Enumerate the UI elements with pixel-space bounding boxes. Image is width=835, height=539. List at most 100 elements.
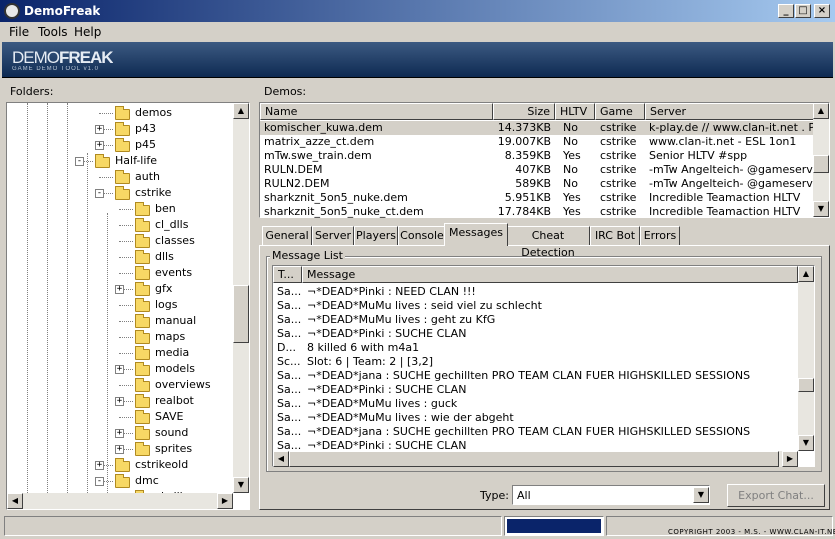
scroll-thumb[interactable]	[813, 155, 829, 173]
column-header-type[interactable]: T...	[273, 266, 302, 283]
tree-item-cstrike[interactable]: - cstrike	[7, 185, 233, 201]
scroll-up-icon[interactable]: ▲	[798, 266, 814, 282]
folder-tree-vscrollbar[interactable]: ▲ ▼	[233, 103, 249, 493]
scroll-right-icon[interactable]: ▶	[217, 493, 233, 509]
demo-row[interactable]: sharkznit_5on5_nuke.dem 5.951KB Yes cstrike…	[260, 191, 814, 205]
demo-row[interactable]: RULN.DEM 407KB No cstrike -mTw Angelteich- @…	[260, 163, 814, 177]
tab-messages[interactable]: Messages	[444, 223, 508, 246]
tree-item-models[interactable]: + models	[7, 361, 233, 377]
tab-cheat-detection[interactable]: Cheat Detection	[506, 226, 590, 259]
scroll-down-icon[interactable]: ▼	[798, 435, 814, 451]
expand-icon[interactable]: +	[95, 461, 104, 470]
chevron-down-icon[interactable]: ▼	[693, 487, 709, 503]
scroll-right-icon[interactable]: ▶	[782, 451, 798, 467]
menu-file[interactable]: File	[9, 25, 29, 39]
demo-row[interactable]: komischer_kuwa.dem 14.373KB No cstrike k-pla…	[260, 121, 814, 135]
message-table: T... Message Sa... ¬*DEAD*Pinki : NEED CL…	[272, 265, 815, 467]
menu-tools[interactable]: Tools	[38, 25, 68, 39]
expand-icon[interactable]: +	[115, 445, 124, 454]
tree-item-label: logs	[155, 298, 178, 311]
maximize-button[interactable]: □	[795, 4, 811, 18]
expand-icon[interactable]: +	[115, 365, 124, 374]
tree-item-p45[interactable]: + p45	[7, 137, 233, 153]
tree-item-half-life[interactable]: - Half-life	[7, 153, 233, 169]
collapse-icon[interactable]: -	[95, 189, 104, 198]
tab-players[interactable]: Players	[354, 226, 398, 245]
scroll-down-icon[interactable]: ▼	[233, 477, 249, 493]
tree-item-sound[interactable]: + sound	[7, 425, 233, 441]
message-table-vscrollbar[interactable]: ▲ ▼	[798, 266, 814, 451]
scroll-thumb[interactable]	[289, 451, 779, 467]
expand-icon[interactable]: +	[95, 141, 104, 150]
tree-item-overviews[interactable]: overviews	[7, 377, 233, 393]
folder-tree-hscrollbar[interactable]: ◀ ▶	[7, 493, 233, 509]
menu-help[interactable]: Help	[74, 25, 101, 39]
message-row[interactable]: Sa... ¬*DEAD*MuMu lives : guck	[273, 397, 798, 411]
tree-item-maps[interactable]: maps	[7, 329, 233, 345]
tree-item-cstrikeold[interactable]: + cstrikeold	[7, 457, 233, 473]
scroll-thumb[interactable]	[798, 378, 814, 392]
message-row[interactable]: Sa... ¬*DEAD*jana : SUCHE gechillten PRO …	[273, 369, 798, 383]
demo-row[interactable]: sharkznit_5on5_nuke_ct.dem 17.784KB Yes cst…	[260, 205, 814, 219]
tree-item-p43[interactable]: + p43	[7, 121, 233, 137]
tree-item-manual[interactable]: manual	[7, 313, 233, 329]
expand-icon[interactable]: +	[115, 397, 124, 406]
tree-item-cl_dlls[interactable]: cl_dlls	[7, 217, 233, 233]
scroll-down-icon[interactable]: ▼	[813, 201, 829, 217]
tree-item-demos[interactable]: demos	[7, 105, 233, 121]
demo-row[interactable]: mTw.swe_train.dem 8.359KB Yes cstrike Senior…	[260, 149, 814, 163]
column-header-message[interactable]: Message	[302, 266, 798, 283]
expand-icon[interactable]: +	[95, 125, 104, 134]
scroll-left-icon[interactable]: ◀	[273, 451, 289, 467]
message-row[interactable]: Sa... ¬*DEAD*Pinki : SUCHE CLAN	[273, 327, 798, 341]
demo-row[interactable]: RULN2.DEM 589KB No cstrike -mTw Angelteich- …	[260, 177, 814, 191]
tree-item-ben[interactable]: ben	[7, 201, 233, 217]
tree-item-events[interactable]: events	[7, 265, 233, 281]
message-row[interactable]: Sa... ¬*DEAD*MuMu lives : seid viel zu sc…	[273, 299, 798, 313]
close-button[interactable]: ×	[814, 4, 830, 18]
message-row[interactable]: Sa... ¬*DEAD*jana : SUCHE gechillten PRO …	[273, 425, 798, 439]
tab-console[interactable]: Console	[398, 226, 446, 245]
folder-tree[interactable]: demos + p43 + p45 - Half-life auth - cstrike ben cl…	[6, 102, 250, 510]
tree-item-media[interactable]: media	[7, 345, 233, 361]
tab-irc-bot[interactable]: IRC Bot	[590, 226, 640, 245]
scroll-thumb[interactable]	[233, 285, 249, 343]
collapse-icon[interactable]: -	[75, 157, 84, 166]
tree-item-realbot[interactable]: + realbot	[7, 393, 233, 409]
message-row[interactable]: D... 8 killed 6 with m4a1	[273, 341, 798, 355]
minimize-button[interactable]: _	[778, 4, 794, 18]
type-select[interactable]: All ▼	[512, 485, 710, 505]
demo-row[interactable]: matrix_azze_ct.dem 19.007KB No cstrike www.c…	[260, 135, 814, 149]
column-header-game[interactable]: Game	[595, 103, 645, 120]
column-header-server[interactable]: Server	[645, 103, 814, 120]
message-row[interactable]: Sa... ¬*DEAD*MuMu lives : wie der abgeht	[273, 411, 798, 425]
collapse-icon[interactable]: -	[95, 477, 104, 486]
tree-item-logs[interactable]: logs	[7, 297, 233, 313]
tab-errors[interactable]: Errors	[640, 226, 680, 245]
tree-item-dlls[interactable]: dlls	[7, 249, 233, 265]
tab-server[interactable]: Server	[312, 226, 354, 245]
scroll-left-icon[interactable]: ◀	[7, 493, 23, 509]
scroll-up-icon[interactable]: ▲	[233, 103, 249, 119]
message-row[interactable]: Sa... ¬*DEAD*Pinki : SUCHE CLAN	[273, 383, 798, 397]
column-header-hltv[interactable]: HLTV	[555, 103, 595, 120]
message-row[interactable]: Sa... ¬*DEAD*MuMu lives : geht zu KfG	[273, 313, 798, 327]
expand-icon[interactable]: +	[115, 285, 124, 294]
message-row[interactable]: Sa... ¬*DEAD*Pinki : NEED CLAN !!!	[273, 285, 798, 299]
export-chat-button[interactable]: Export Chat...	[727, 484, 825, 507]
tree-item-sprites[interactable]: + sprites	[7, 441, 233, 457]
tree-item-classes[interactable]: classes	[7, 233, 233, 249]
tree-item-save[interactable]: SAVE	[7, 409, 233, 425]
tree-item-dmc[interactable]: - dmc	[7, 473, 233, 489]
toggle-glyph: +	[116, 444, 123, 454]
tree-item-gfx[interactable]: + gfx	[7, 281, 233, 297]
demo-table-vscrollbar[interactable]: ▲ ▼	[813, 103, 829, 217]
expand-icon[interactable]: +	[115, 429, 124, 438]
column-header-name[interactable]: Name	[260, 103, 493, 120]
tab-general[interactable]: General	[262, 226, 312, 245]
scroll-up-icon[interactable]: ▲	[813, 103, 829, 119]
message-row[interactable]: Sc... Slot: 6 | Team: 2 | [3,2]	[273, 355, 798, 369]
message-table-hscrollbar[interactable]: ◀ ▶	[273, 451, 798, 467]
tree-item-auth[interactable]: auth	[7, 169, 233, 185]
column-header-size[interactable]: Size	[493, 103, 555, 120]
